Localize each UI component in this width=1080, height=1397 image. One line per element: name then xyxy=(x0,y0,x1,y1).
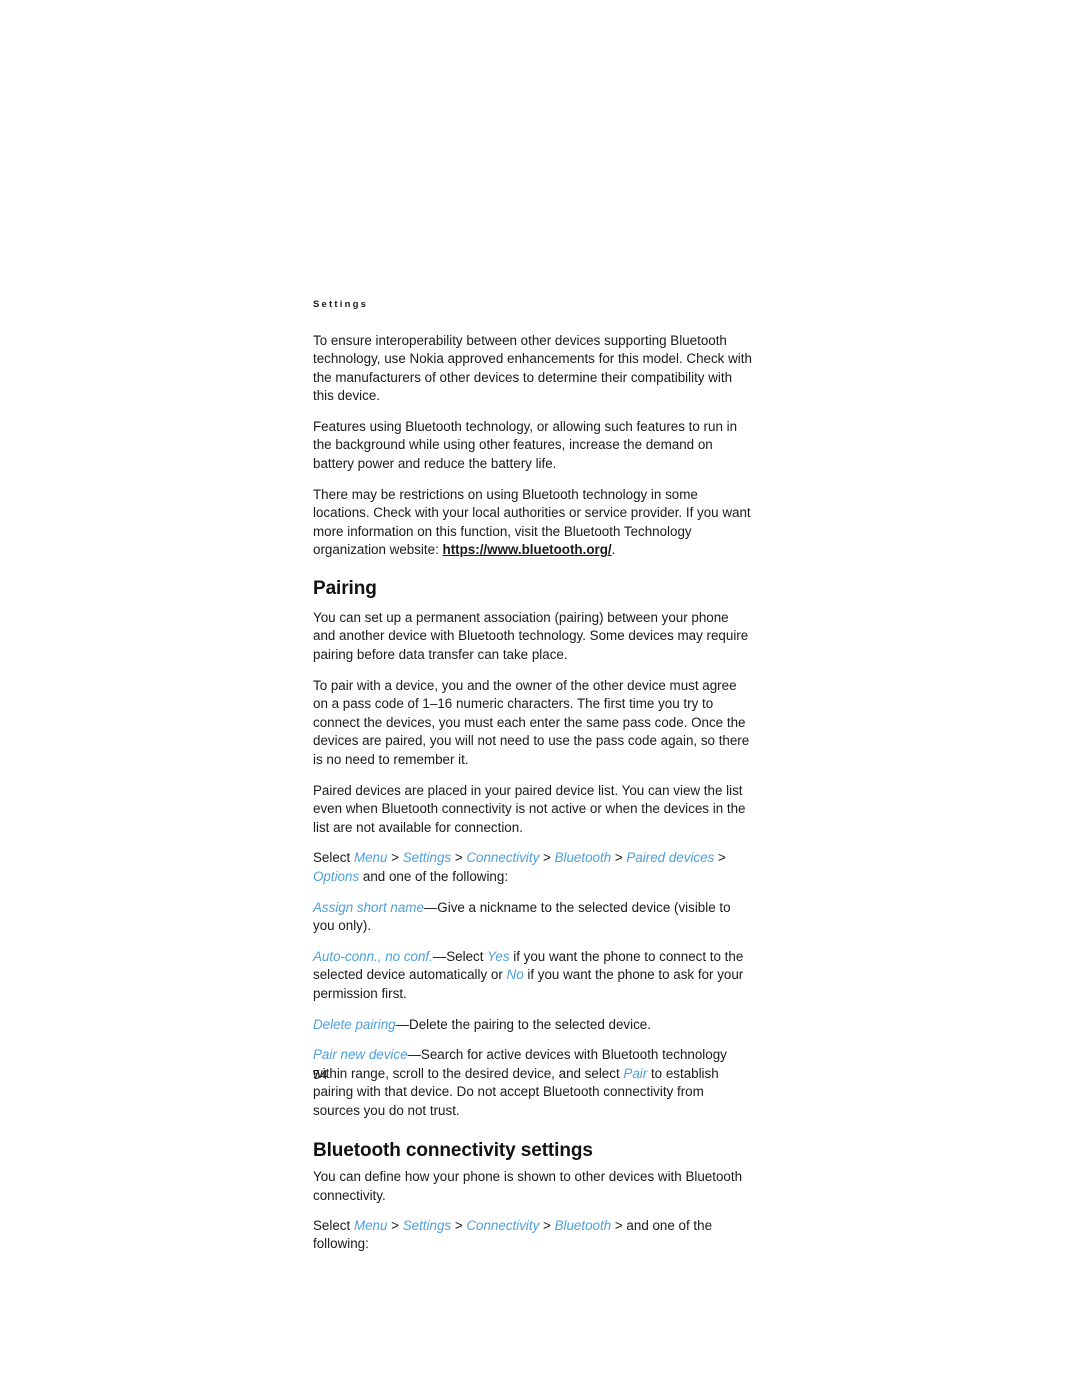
bluetooth-org-link[interactable]: https://www.bluetooth.org/ xyxy=(443,542,612,557)
option-delete-pairing: Delete pairing—Delete the pairing to the… xyxy=(313,1016,754,1035)
option-term-auto-conn[interactable]: Auto-conn., no conf. xyxy=(313,949,433,964)
option-auto-conn-no-conf: Auto-conn., no conf.—Select Yes if you w… xyxy=(313,948,754,1004)
value-pair[interactable]: Pair xyxy=(623,1066,647,1081)
path-separator: > xyxy=(451,850,467,866)
menu-item-paired-devices[interactable]: Paired devices xyxy=(626,850,714,865)
menu-item-options[interactable]: Options xyxy=(313,869,359,884)
menu-path-bluetooth: Select Menu > Settings > Connectivity > … xyxy=(313,1217,754,1254)
menu-item-menu[interactable]: Menu xyxy=(354,1218,388,1233)
path-separator: > xyxy=(714,850,726,866)
document-page: { "page": { "running_header": "Settings"… xyxy=(0,0,1080,1397)
value-no[interactable]: No xyxy=(507,967,524,982)
menu-item-settings[interactable]: Settings xyxy=(403,1218,451,1233)
path-separator: > xyxy=(611,850,627,866)
menu-item-bluetooth[interactable]: Bluetooth xyxy=(555,1218,612,1233)
option-term-delete-pairing[interactable]: Delete pairing xyxy=(313,1017,396,1032)
path-separator: > xyxy=(539,1217,555,1233)
page-content-column: Settings To ensure interoperability betw… xyxy=(313,300,754,1266)
menu-item-settings[interactable]: Settings xyxy=(403,850,451,865)
heading-pairing: Pairing xyxy=(313,578,377,600)
option-term-assign-short-name[interactable]: Assign short name xyxy=(313,900,424,915)
option-term-pair-new-device[interactable]: Pair new device xyxy=(313,1047,408,1062)
menu-path-paired-devices: Select Menu > Settings > Connectivity > … xyxy=(313,849,754,886)
select-label: Select xyxy=(313,850,354,866)
menu-item-bluetooth[interactable]: Bluetooth xyxy=(555,850,612,865)
page-number: 54 xyxy=(313,1067,328,1082)
menu-item-connectivity[interactable]: Connectivity xyxy=(466,1218,539,1233)
paragraph-pairing-intro: You can set up a permanent association (… xyxy=(313,609,749,663)
option-dash: — xyxy=(395,1016,410,1032)
paragraph-features-battery: Features using Bluetooth technology, or … xyxy=(313,418,738,472)
option-assign-short-name: Assign short name—Give a nickname to the… xyxy=(313,899,754,936)
menu-path-tail: and one of the following: xyxy=(359,869,509,884)
paragraph-bt-settings-intro: You can define how your phone is shown t… xyxy=(313,1169,743,1203)
restrictions-period: . xyxy=(611,542,616,558)
option-dash: — xyxy=(423,899,438,915)
path-separator: > xyxy=(451,1217,467,1233)
paragraph-restrictions: There may be restrictions on using Bluet… xyxy=(313,486,754,560)
menu-item-connectivity[interactable]: Connectivity xyxy=(466,850,539,865)
paragraph-paired-list: Paired devices are placed in your paired… xyxy=(313,782,746,835)
path-separator: > xyxy=(387,1217,403,1233)
option-pair-new-device: Pair new device—Search for active device… xyxy=(313,1046,754,1120)
running-header: Settings xyxy=(313,299,369,310)
select-label: Select xyxy=(313,1217,354,1233)
menu-item-menu[interactable]: Menu xyxy=(354,850,388,865)
value-yes[interactable]: Yes xyxy=(487,949,509,964)
paragraph-pass-code: To pair with a device, you and the owner… xyxy=(313,677,750,768)
option-dash: — xyxy=(407,1047,421,1063)
path-separator: > xyxy=(539,850,555,866)
path-separator: > xyxy=(387,850,403,866)
heading-bluetooth-connectivity-settings: Bluetooth connectivity settings xyxy=(313,1139,593,1161)
option-dash: — xyxy=(432,948,447,964)
option-description: Delete the pairing to the selected devic… xyxy=(409,1016,651,1032)
paragraph-interoperability: To ensure interoperability between other… xyxy=(313,332,752,404)
path-separator: > xyxy=(611,1217,627,1233)
option-description-part1: Select xyxy=(446,948,488,964)
